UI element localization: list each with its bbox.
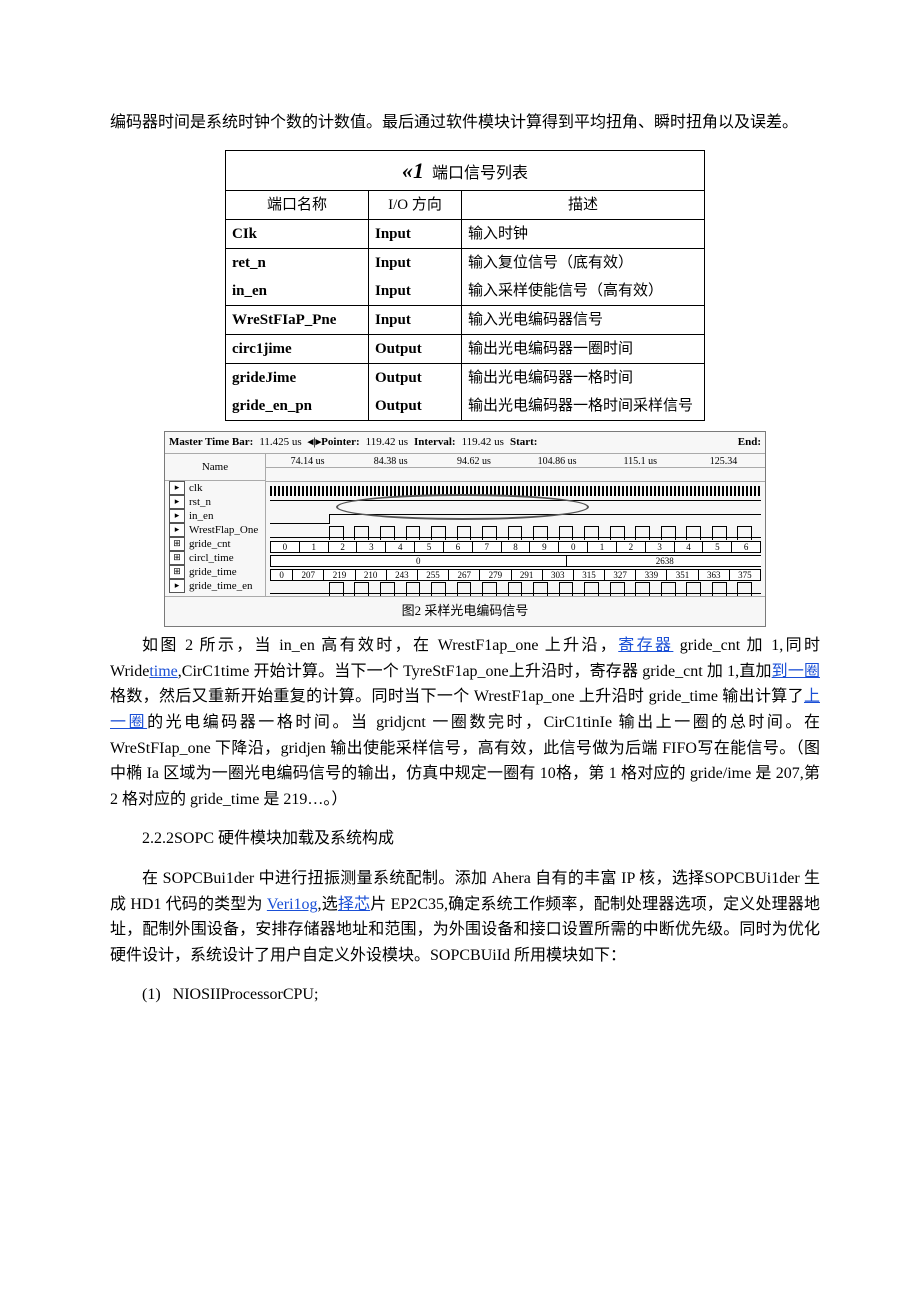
- table-title-prefix: «1: [402, 158, 424, 183]
- bus-gride-time: 0207219210243255267279291303315327339351…: [270, 568, 761, 582]
- signal-name: ▸clk: [165, 481, 265, 495]
- wave-gride-time-en: [270, 582, 761, 596]
- wave-clk: [270, 484, 761, 498]
- th-dir: I/O 方向: [369, 190, 462, 219]
- cell-dir: Output: [369, 363, 462, 392]
- th-name: 端口名称: [226, 190, 369, 219]
- wave-inen: [270, 512, 761, 526]
- cell-name: WreStFIaP_Pne: [226, 305, 369, 334]
- waveform-area: 74.14 us 84.38 us 94.62 us 104.86 us 115…: [266, 454, 765, 596]
- pointer-label: ◂|▸Pointer:: [308, 434, 360, 452]
- link-chip[interactable]: 择芯: [338, 896, 370, 913]
- sopc-paragraph: 在 SOPCBui1der 中进行扭振测量系统配制。添加 Ahera 自有的丰富…: [110, 866, 820, 968]
- interval-label: Interval:: [414, 434, 456, 452]
- link-one-circle[interactable]: 到一圈: [772, 663, 820, 680]
- cell-desc: 输入光电编码器信号: [462, 305, 705, 334]
- cell-dir: Input: [369, 248, 462, 277]
- cell-name: grideJime: [226, 363, 369, 392]
- cell-desc: 输出光电编码器一格时间: [462, 363, 705, 392]
- cell-name: in_en: [226, 277, 369, 306]
- link-time[interactable]: time: [149, 663, 177, 680]
- wave-rstn: [270, 498, 761, 512]
- time-ruler-2: [266, 468, 765, 482]
- intro-paragraph: 编码器时间是系统时钟个数的计数值。最后通过软件模块计算得到平均扭角、瞬时扭角以及…: [110, 110, 820, 136]
- link-verilog[interactable]: Veri1og: [267, 896, 318, 913]
- figure-toolbar: Master Time Bar: 11.425 us ◂|▸Pointer: 1…: [165, 432, 765, 455]
- cell-name: ret_n: [226, 248, 369, 277]
- start-label: Start:: [510, 434, 538, 452]
- cell-name: gride_en_pn: [226, 392, 369, 421]
- end-label: End:: [738, 434, 761, 452]
- signal-name: ▸gride_time_en: [165, 579, 265, 593]
- bus-gride-cnt: 01234567890123456: [270, 540, 761, 554]
- cell-desc: 输入时钟: [462, 219, 705, 248]
- explanation-paragraph: 如图 2 所示，当 in_en 高有效时，在 WrestF1ap_one 上升沿…: [110, 633, 820, 812]
- cell-dir: Input: [369, 305, 462, 334]
- pin-icon: ⊞: [169, 537, 185, 551]
- signal-table: «1 端口信号列表 端口名称 I/O 方向 描述 CIk Input 输入时钟 …: [225, 150, 705, 421]
- table-title-cell: «1 端口信号列表: [226, 150, 705, 190]
- figure-caption: 图2 采样光电编码信号: [165, 596, 765, 626]
- pointer-value: 119.42 us: [366, 434, 408, 452]
- signal-name-column: Name ▸clk ▸rst_n ▸in_en ▸WrestFlap_One ⊞…: [165, 454, 266, 596]
- cell-dir: Input: [369, 277, 462, 306]
- master-time-label: Master Time Bar:: [169, 434, 253, 452]
- cell-desc: 输入采样使能信号（高有效）: [462, 277, 705, 306]
- cell-name: CIk: [226, 219, 369, 248]
- cell-desc: 输入复位信号（底有效）: [462, 248, 705, 277]
- cell-dir: Output: [369, 334, 462, 363]
- time-ruler-1: 74.14 us 84.38 us 94.62 us 104.86 us 115…: [266, 454, 765, 468]
- waveform-figure: Master Time Bar: 11.425 us ◂|▸Pointer: 1…: [164, 431, 766, 627]
- cell-name: circ1jime: [226, 334, 369, 363]
- link-register[interactable]: 寄存器: [618, 637, 673, 654]
- wave-wrestflap: [270, 526, 761, 540]
- pin-icon: ⊞: [169, 565, 185, 579]
- name-header: Name: [165, 454, 265, 481]
- bus-circl-time: 0 2638: [270, 554, 761, 568]
- pin-icon: ⊞: [169, 551, 185, 565]
- section-heading: 2.2.2SOPC 硬件模块加载及系统构成: [110, 826, 820, 852]
- master-time-value: 11.425 us: [259, 434, 301, 452]
- cell-desc: 输出光电编码器一格时间采样信号: [462, 392, 705, 421]
- pin-icon: ▸: [169, 481, 185, 495]
- table-title-text: 端口信号列表: [432, 165, 528, 182]
- cell-dir: Output: [369, 392, 462, 421]
- pin-icon: ▸: [169, 523, 185, 537]
- signal-name: ▸rst_n: [165, 495, 265, 509]
- pin-icon: ▸: [169, 495, 185, 509]
- th-desc: 描述: [462, 190, 705, 219]
- cell-desc: 输出光电编码器一圈时间: [462, 334, 705, 363]
- pin-icon: ▸: [169, 579, 185, 593]
- cell-dir: Input: [369, 219, 462, 248]
- interval-value: 119.42 us: [462, 434, 504, 452]
- list-item-1: (1) NIOSIIProcessorCPU;: [110, 982, 820, 1008]
- pin-icon: ▸: [169, 509, 185, 523]
